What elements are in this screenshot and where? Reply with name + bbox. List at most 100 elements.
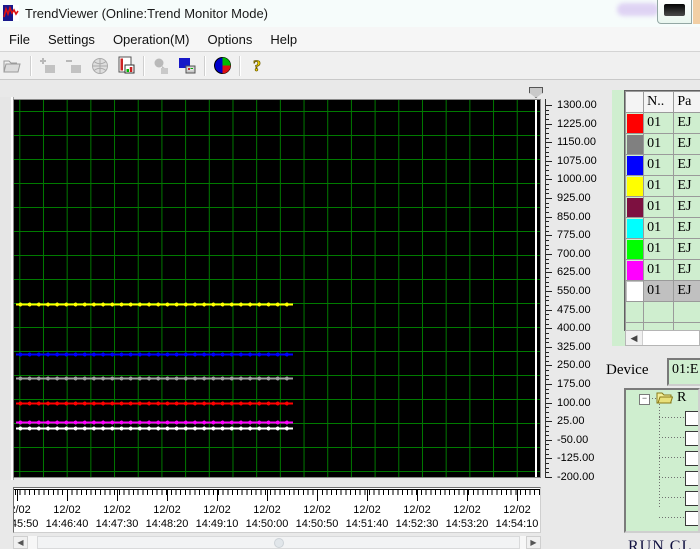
- parameter-tree[interactable]: − R: [624, 388, 700, 533]
- y-axis-minor-tick: [546, 397, 549, 399]
- y-axis-major-tick: [546, 160, 552, 162]
- y-axis-major-tick: [546, 216, 552, 218]
- y-axis-minor-tick: [546, 407, 549, 409]
- time-cursor-handle[interactable]: [529, 87, 543, 98]
- y-axis-minor-tick: [546, 146, 549, 148]
- y-axis-minor-tick: [546, 165, 549, 167]
- pen-table-body: 01 EJ 01 EJ 01 EJ 01 EJ 01 EJ 01 EJ 01 EJ 01 EJ 01 EJ: [625, 112, 700, 331]
- globe-button[interactable]: [88, 55, 112, 77]
- y-axis-major-tick: [546, 291, 552, 292]
- menu-item-file[interactable]: File: [0, 31, 39, 48]
- menu-item-help[interactable]: Help: [261, 31, 306, 48]
- pen-table-row[interactable]: 01 EJ: [625, 217, 700, 239]
- y-axis-major-tick: [546, 309, 552, 311]
- report-button[interactable]: [114, 55, 138, 77]
- remove-pen-icon: [66, 59, 81, 73]
- pen-color-cell: [625, 112, 645, 134]
- remove-pen-button[interactable]: [62, 55, 86, 77]
- y-axis-major-tick: [546, 179, 552, 181]
- color-ball-button[interactable]: [210, 55, 234, 77]
- monitor-view-icon: [179, 57, 196, 73]
- pen-table-row[interactable]: 01 EJ: [625, 175, 700, 197]
- device-row: Device 01:E: [600, 356, 700, 386]
- menu-item-options[interactable]: Options: [199, 31, 262, 48]
- menu-item-operationm[interactable]: Operation(M): [104, 31, 199, 48]
- pen-param-cell: EJ: [673, 238, 700, 260]
- y-axis-minor-tick: [546, 356, 549, 358]
- close-button[interactable]: [693, 0, 700, 24]
- scroll-thumb[interactable]: [37, 536, 520, 549]
- time-tick-label: 12/02 14:51:40: [339, 503, 395, 531]
- pen-table-row[interactable]: 01 EJ: [625, 133, 700, 155]
- y-axis-major-tick: [546, 402, 552, 404]
- folder-icon: [656, 392, 673, 404]
- pen-table-row[interactable]: 01 EJ: [625, 196, 700, 218]
- y-axis-tick-label: -125.00: [557, 452, 595, 465]
- pen-table-row[interactable]: 01 EJ: [625, 259, 700, 281]
- y-axis-minor-tick: [546, 188, 549, 190]
- scroll-right-button[interactable]: ▶: [526, 536, 541, 549]
- open-folder-button[interactable]: [1, 55, 25, 77]
- tree-item-checkbox[interactable]: [685, 471, 698, 486]
- time-tick-label: 12/02 14:47:30: [89, 503, 145, 531]
- y-axis-minor-tick: [546, 360, 549, 362]
- toolbar-separator: [239, 55, 240, 76]
- y-axis-minor-tick: [546, 258, 549, 260]
- maximize-button[interactable]: [657, 0, 692, 24]
- pen-table-row[interactable]: 01 EJ: [625, 112, 700, 134]
- pen-param-cell: EJ: [673, 133, 700, 155]
- pen-no-cell: 01: [643, 280, 675, 302]
- pen-table-row[interactable]: 01 EJ: [625, 280, 700, 302]
- add-pen-button[interactable]: [36, 55, 60, 77]
- time-label-date: 12/02: [53, 504, 81, 516]
- pen-assign-button[interactable]: [149, 55, 173, 77]
- tree-item-checkbox[interactable]: [685, 451, 698, 466]
- trace-pen-gray: [16, 375, 293, 383]
- tree-item-checkbox[interactable]: [685, 411, 698, 426]
- tree-item-checkbox[interactable]: [685, 431, 698, 446]
- toolbar-separator: [143, 55, 144, 76]
- y-axis-minor-tick: [546, 444, 549, 446]
- pen-param-cell: EJ: [673, 175, 700, 197]
- menu-item-settings[interactable]: Settings: [39, 31, 104, 48]
- pen-no-cell: 01: [643, 238, 675, 260]
- y-axis-tick-label: -200.00: [557, 471, 595, 483]
- tree-root-label: R: [677, 390, 687, 405]
- trend-chart[interactable]: [13, 99, 541, 478]
- pen-color-swatch: [626, 197, 643, 217]
- report-icon: [118, 56, 135, 74]
- y-axis-minor-tick: [546, 170, 549, 172]
- tree-collapse-icon[interactable]: −: [639, 394, 650, 405]
- pen-table-row[interactable]: 01 EJ: [625, 238, 700, 260]
- tree-item-checkbox[interactable]: [685, 511, 698, 526]
- time-major-tick: [117, 490, 118, 501]
- scroll-left-button[interactable]: ◀: [13, 536, 28, 549]
- scroll-left-button[interactable]: ◀: [626, 331, 643, 345]
- y-axis-minor-tick: [546, 174, 549, 176]
- y-axis-minor-tick: [546, 370, 549, 372]
- device-field[interactable]: 01:E: [667, 358, 700, 386]
- pen-table: N.. Pa 01 EJ 01 EJ 01 EJ 01 EJ 01 EJ 01 EJ 01 EJ 01 EJ 01…: [624, 90, 700, 331]
- trace-pen-white: [16, 424, 293, 432]
- pen-table-row[interactable]: 01 EJ: [625, 154, 700, 176]
- y-axis-minor-tick: [546, 351, 549, 353]
- y-axis-minor-tick: [546, 249, 549, 251]
- y-axis: 1300.00 1225.00 1150.00 1075.00 1000.00 925.0…: [545, 99, 620, 483]
- time-label-time: 14:46:40: [45, 518, 89, 530]
- monitor-view-button[interactable]: [175, 55, 199, 77]
- time-label-time: 14:50:50: [295, 518, 339, 530]
- tree-item-checkbox[interactable]: [685, 491, 698, 506]
- chart-hscrollbar[interactable]: ◀ ▶: [13, 536, 541, 549]
- y-axis-minor-tick: [546, 244, 549, 246]
- pen-table-hscrollbar[interactable]: ◀: [625, 330, 700, 346]
- y-axis-major-tick: [546, 123, 552, 125]
- y-axis-major-tick: [546, 346, 552, 348]
- pen-color-cell: [625, 280, 645, 302]
- y-axis-major-tick: [546, 272, 552, 274]
- y-axis-minor-tick: [546, 337, 549, 339]
- y-axis-tick-label: 400.00: [557, 322, 591, 335]
- y-axis-minor-tick: [546, 305, 549, 306]
- time-major-tick: [317, 490, 318, 501]
- help-button[interactable]: ?: [245, 55, 269, 77]
- time-label-date: 12/02: [303, 504, 331, 516]
